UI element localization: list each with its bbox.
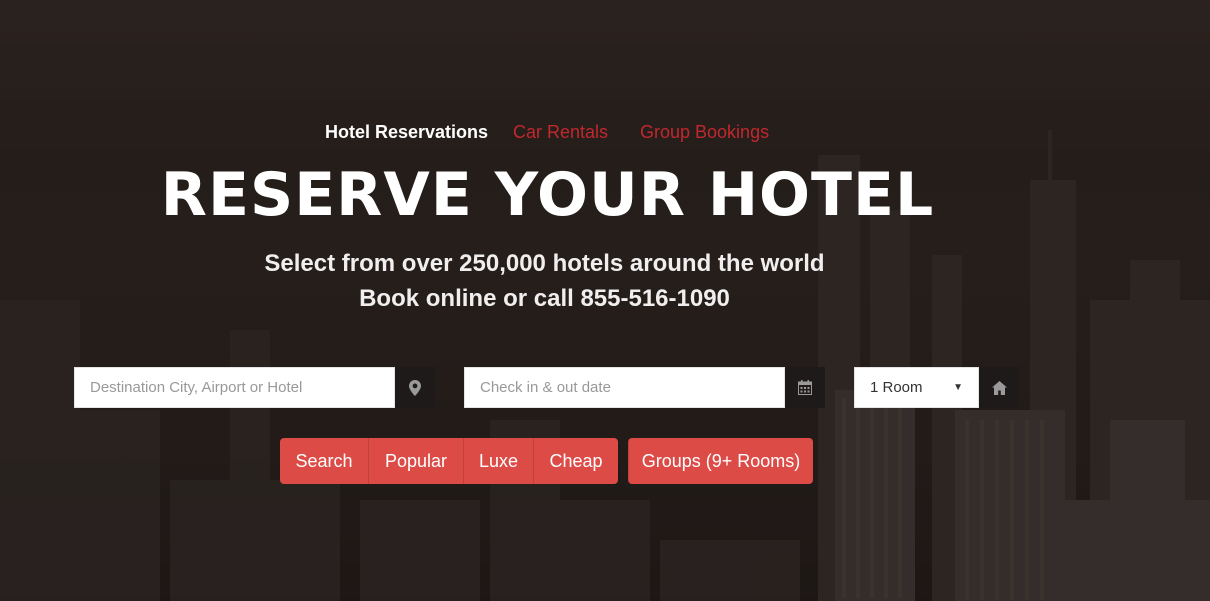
check-in-out-date-input[interactable]: Check in & out date (464, 367, 785, 408)
tab-car-rentals[interactable]: Car Rentals (513, 122, 608, 143)
cheap-button[interactable]: Cheap (533, 438, 618, 484)
caret-down-icon: ▼ (953, 382, 963, 393)
popular-button[interactable]: Popular (368, 438, 463, 484)
luxe-button[interactable]: Luxe (463, 438, 533, 484)
destination-input[interactable]: Destination City, Airport or Hotel (74, 367, 395, 408)
subtitle-hotels: Select from over 250,000 hotels around t… (264, 250, 825, 277)
groups-button[interactable]: Groups (9+ Rooms) (628, 438, 813, 484)
tab-group-bookings[interactable]: Group Bookings (640, 122, 769, 143)
subtitle-phone: Book online or call 855-516-1090 (359, 285, 730, 312)
rooms-select[interactable]: 1 Room ▼ (854, 367, 979, 408)
home-icon (979, 367, 1019, 408)
rooms-select-value: 1 Room (870, 379, 923, 396)
tab-hotel-reservations[interactable]: Hotel Reservations (325, 122, 488, 143)
booking-tabs: Hotel Reservations Car Rentals Group Boo… (0, 122, 1210, 148)
map-marker-icon (395, 367, 435, 408)
search-button[interactable]: Search (280, 438, 368, 484)
page-title: RESERVE YOUR HOTEL (160, 160, 935, 230)
calendar-icon (785, 367, 825, 408)
